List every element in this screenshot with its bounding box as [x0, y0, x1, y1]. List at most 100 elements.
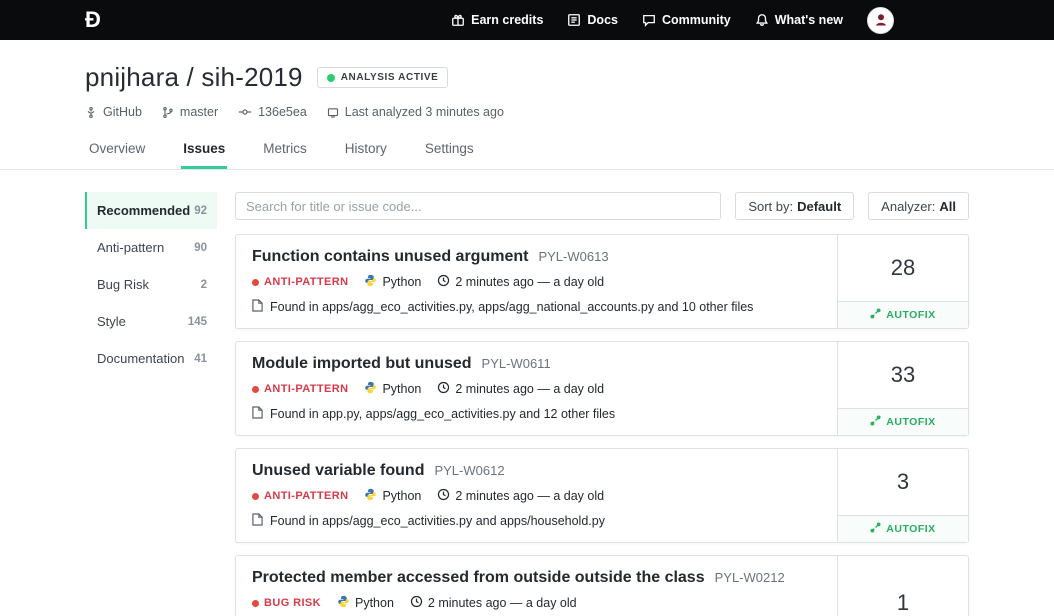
- bell-icon: [755, 13, 769, 27]
- tab-overview[interactable]: Overview: [87, 133, 147, 169]
- wrench-icon: [870, 308, 881, 322]
- issue-card-main: Protected member accessed from outside o…: [236, 556, 837, 616]
- issue-card-main: Unused variable found PYL-W0612 ANTI-PAT…: [236, 449, 837, 542]
- sidebar-item-label: Recommended: [97, 203, 190, 218]
- issue-language: Python: [364, 274, 421, 290]
- vcs-provider: GitHub: [85, 105, 142, 119]
- sidebar-item-recommended[interactable]: Recommended 92: [85, 192, 217, 229]
- autofix-button[interactable]: AUTOFIX: [838, 301, 968, 328]
- issue-age: 2 minutes ago — a day old: [410, 595, 577, 611]
- category-dot-icon: [252, 386, 259, 393]
- issue-card[interactable]: Unused variable found PYL-W0612 ANTI-PAT…: [235, 448, 969, 543]
- issue-title[interactable]: Function contains unused argument: [252, 248, 528, 266]
- issue-title[interactable]: Unused variable found: [252, 462, 424, 480]
- sidebar-item-label: Bug Risk: [97, 277, 149, 292]
- issue-card-side: 3 AUTOFIX: [837, 449, 968, 542]
- issue-card[interactable]: Protected member accessed from outside o…: [235, 555, 969, 616]
- issue-age: 2 minutes ago — a day old: [437, 381, 604, 397]
- gift-icon: [451, 13, 465, 27]
- earn-credits-link[interactable]: Earn credits: [451, 13, 543, 27]
- issue-card-side: 28 AUTOFIX: [837, 235, 968, 328]
- analyzer-label: Analyzer:: [881, 199, 935, 214]
- issue-card-side: 33 AUTOFIX: [837, 342, 968, 435]
- issue-language: Python: [364, 381, 421, 397]
- issue-card[interactable]: Function contains unused argument PYL-W0…: [235, 234, 969, 329]
- tab-history[interactable]: History: [343, 133, 389, 169]
- issue-code: PYL-W0611: [482, 356, 551, 371]
- python-icon: [364, 381, 377, 397]
- whats-new-link[interactable]: What's new: [755, 13, 843, 27]
- issue-card-main: Module imported but unused PYL-W0611 ANT…: [236, 342, 837, 435]
- docs-label: Docs: [587, 13, 618, 27]
- content: Recommended 92 Anti-pattern 90 Bug Risk …: [0, 170, 1054, 616]
- file-icon: [252, 406, 263, 422]
- python-icon: [364, 488, 377, 504]
- issue-age: 2 minutes ago — a day old: [437, 488, 604, 504]
- search-input[interactable]: [235, 192, 721, 220]
- status-dot-icon: [327, 74, 335, 82]
- branch-name: master: [162, 105, 218, 119]
- status-badge: ANALYSIS ACTIVE: [317, 67, 449, 88]
- sidebar-item-bug-risk[interactable]: Bug Risk 2: [85, 266, 217, 303]
- tab-issues[interactable]: Issues: [181, 133, 227, 169]
- clock-icon: [437, 274, 450, 290]
- issues-main: Sort by: Default Analyzer: All Function …: [235, 192, 969, 616]
- commit-hash-label: 136e5ea: [258, 105, 307, 119]
- wrench-icon: [870, 522, 881, 536]
- occurrence-count: 1: [838, 556, 968, 616]
- issue-found-in: Found in apps/agg_eco_activities.py and …: [252, 513, 821, 529]
- tab-metrics[interactable]: Metrics: [261, 133, 309, 169]
- sidebar-item-count: 145: [188, 316, 207, 328]
- issue-card-main: Function contains unused argument PYL-W0…: [236, 235, 837, 328]
- issue-found-in: Found in app.py, apps/agg_eco_activities…: [252, 406, 821, 422]
- sidebar-item-style[interactable]: Style 145: [85, 303, 217, 340]
- issue-title[interactable]: Protected member accessed from outside o…: [252, 569, 705, 587]
- commit-icon: [238, 106, 252, 118]
- category-dot-icon: [252, 493, 259, 500]
- sidebar-item-label: Style: [97, 314, 126, 329]
- issue-language: Python: [337, 595, 394, 611]
- sort-by-button[interactable]: Sort by: Default: [735, 192, 854, 220]
- python-icon: [364, 274, 377, 290]
- issue-category-sidebar: Recommended 92 Anti-pattern 90 Bug Risk …: [85, 192, 217, 377]
- sidebar-item-documentation[interactable]: Documentation 41: [85, 340, 217, 377]
- history-icon: [327, 106, 339, 119]
- occurrence-count: 33: [838, 342, 968, 408]
- page: Ð Earn credits Docs Community What's new: [0, 0, 1054, 616]
- last-analyzed: Last analyzed 3 minutes ago: [327, 105, 504, 119]
- page-title: pnijhara / sih-2019: [85, 62, 303, 93]
- issue-age: 2 minutes ago — a day old: [437, 274, 604, 290]
- occurrence-count: 3: [838, 449, 968, 515]
- issue-code: PYL-W0612: [434, 463, 504, 478]
- sidebar-item-count: 2: [201, 279, 207, 291]
- deepsource-logo-icon[interactable]: Ð: [85, 9, 101, 31]
- issue-card[interactable]: Module imported but unused PYL-W0611 ANT…: [235, 341, 969, 436]
- community-link[interactable]: Community: [642, 13, 731, 27]
- python-icon: [337, 595, 350, 611]
- git-fork-icon: [85, 106, 97, 119]
- file-icon: [252, 513, 263, 529]
- docs-link[interactable]: Docs: [567, 13, 618, 27]
- tab-settings[interactable]: Settings: [423, 133, 476, 169]
- sidebar-item-count: 90: [194, 242, 207, 254]
- clock-icon: [437, 488, 450, 504]
- docs-icon: [567, 13, 581, 27]
- issue-category-tag: ANTI-PATTERN: [252, 383, 348, 395]
- sort-by-value: Default: [797, 199, 841, 214]
- autofix-button[interactable]: AUTOFIX: [838, 408, 968, 435]
- title-row: pnijhara / sih-2019 ANALYSIS ACTIVE: [85, 62, 969, 93]
- category-dot-icon: [252, 600, 259, 607]
- sidebar-item-count: 92: [194, 205, 207, 217]
- issue-title[interactable]: Module imported but unused: [252, 355, 472, 373]
- clock-icon: [410, 595, 423, 611]
- sidebar-item-label: Anti-pattern: [97, 240, 164, 255]
- issue-card-side: 1: [837, 556, 968, 616]
- analyzer-filter-button[interactable]: Analyzer: All: [868, 192, 969, 220]
- autofix-button[interactable]: AUTOFIX: [838, 515, 968, 542]
- branch-name-label: master: [180, 105, 218, 119]
- issue-category-tag: BUG RISK: [252, 597, 321, 609]
- file-icon: [252, 299, 263, 315]
- sidebar-item-anti-pattern[interactable]: Anti-pattern 90: [85, 229, 217, 266]
- top-navbar: Ð Earn credits Docs Community What's new: [0, 0, 1054, 40]
- user-avatar[interactable]: [867, 7, 894, 34]
